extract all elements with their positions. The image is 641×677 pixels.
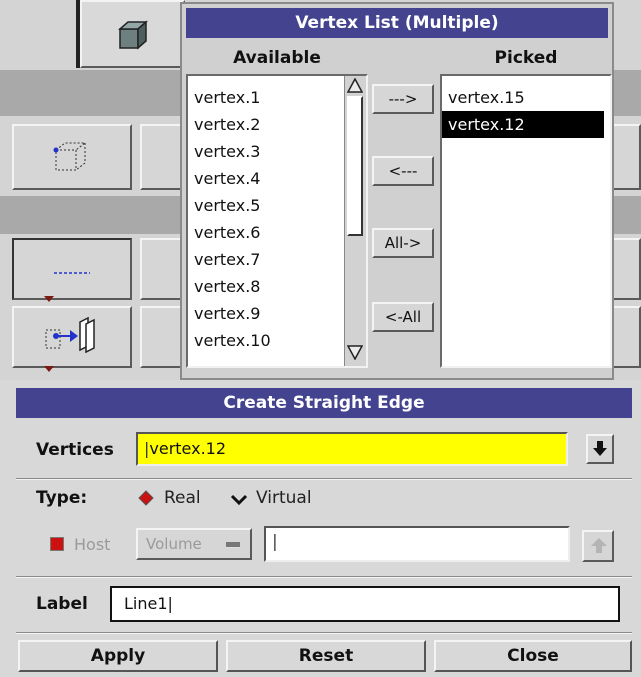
picked-list-item[interactable]: vertex.12 — [442, 111, 604, 138]
available-list-item[interactable]: vertex.3 — [188, 138, 366, 165]
separator — [16, 632, 632, 634]
up-arrow-icon — [591, 538, 607, 558]
edge-tool-button[interactable] — [12, 238, 132, 302]
toolpad-row-band-right — [612, 70, 641, 116]
vertices-pick-button[interactable] — [586, 434, 614, 464]
picked-header: Picked — [494, 48, 558, 68]
available-list-item[interactable]: vertex.4 — [188, 165, 366, 192]
label-label: Label — [36, 594, 88, 614]
available-list-item[interactable]: vertex.1 — [188, 84, 366, 111]
host-checkbox[interactable]: Host — [50, 532, 110, 556]
type-virtual-radio[interactable]: Virtual — [230, 486, 312, 510]
scroll-down-arrow[interactable] — [346, 344, 364, 361]
available-list-item[interactable]: vertex.8 — [188, 273, 366, 300]
toolpad-edge — [76, 0, 80, 68]
available-header: Available — [233, 48, 321, 68]
available-list-item[interactable]: vertex.6 — [188, 219, 366, 246]
toolpad-button-partial[interactable] — [140, 124, 185, 190]
picked-list-item[interactable]: vertex.15 — [442, 84, 610, 111]
wire-cube-icon — [52, 140, 90, 178]
form-title: Create Straight Edge — [16, 388, 632, 418]
toolpad-button-partial-right[interactable] — [612, 124, 641, 190]
toolpad-button-partial-right[interactable] — [612, 238, 641, 300]
label-field[interactable]: Line1| — [110, 586, 620, 622]
host-type-value: Volume — [146, 535, 202, 553]
scroll-thumb[interactable] — [347, 96, 363, 236]
text-cursor-icon: | — [272, 532, 278, 552]
dashed-line-icon — [52, 262, 92, 281]
toolpad-row-band — [0, 196, 185, 234]
vertex-list-popup: Vertex List (Multiple) Available Picked … — [180, 2, 614, 380]
type-virtual-label: Virtual — [256, 488, 312, 508]
type-real-radio[interactable]: Real — [138, 486, 201, 510]
create-edge-form: Create Straight Edge Vertices |vertex.12… — [0, 380, 641, 677]
label-value: Line1 — [124, 594, 168, 613]
text-cursor-icon: | — [167, 594, 173, 613]
separator — [16, 576, 632, 578]
type-real-label: Real — [164, 488, 201, 508]
close-button[interactable]: Close — [434, 640, 632, 672]
reset-button[interactable]: Reset — [226, 640, 426, 672]
down-arrow-icon — [593, 441, 607, 461]
apply-button[interactable]: Apply — [18, 640, 218, 672]
available-list-item[interactable]: vertex.5 — [188, 192, 366, 219]
radio-unselected-icon — [230, 494, 248, 506]
separator — [16, 478, 632, 480]
toolpad-button-partial-right[interactable] — [612, 306, 641, 368]
checkbox-checked-icon — [50, 537, 64, 551]
add-button[interactable]: ---> — [372, 84, 434, 114]
cube-icon — [116, 19, 150, 55]
available-list-item[interactable]: vertex.7 — [188, 246, 366, 273]
move-vertex-icon — [42, 316, 98, 360]
dropdown-triangle-icon — [44, 357, 54, 376]
type-label: Type: — [36, 488, 88, 508]
picked-list[interactable]: vertex.15 vertex.12 — [440, 74, 612, 368]
toolpad-button-partial[interactable] — [140, 306, 185, 368]
available-scrollbar[interactable] — [344, 76, 366, 366]
radio-selected-icon — [138, 490, 154, 506]
host-label: Host — [74, 534, 111, 554]
toolpad-row-band — [0, 70, 185, 116]
remove-button[interactable]: <--- — [372, 156, 434, 186]
add-all-button[interactable]: All-> — [372, 228, 434, 258]
option-menu-indicator-icon — [226, 542, 240, 548]
vertices-field[interactable]: |vertex.12 — [136, 432, 568, 466]
dropdown-triangle-icon — [44, 287, 54, 306]
solid-cube-tool-button[interactable] — [80, 0, 185, 68]
toolpad-button-partial[interactable] — [140, 238, 185, 300]
scroll-up-arrow[interactable] — [346, 77, 364, 94]
vertices-label: Vertices — [36, 440, 114, 460]
available-list[interactable]: vertex.1 vertex.2 vertex.3 vertex.4 vertex.5… — [186, 74, 368, 368]
available-list-item[interactable]: vertex.2 — [188, 111, 366, 138]
vertex-list-title: Vertex List (Multiple) — [186, 8, 608, 38]
host-pick-button[interactable] — [582, 530, 614, 562]
toolpad-row-band-right — [612, 196, 641, 234]
host-type-option-menu[interactable]: Volume — [136, 528, 252, 560]
vertex-tool-button[interactable] — [12, 124, 132, 190]
vertices-value: vertex.12 — [149, 439, 227, 458]
remove-all-button[interactable]: <-All — [372, 302, 434, 332]
available-list-item[interactable]: vertex.10 — [188, 327, 366, 354]
host-field[interactable]: | — [264, 526, 570, 562]
available-list-item[interactable]: vertex.9 — [188, 300, 366, 327]
move-tool-button[interactable] — [12, 306, 132, 372]
